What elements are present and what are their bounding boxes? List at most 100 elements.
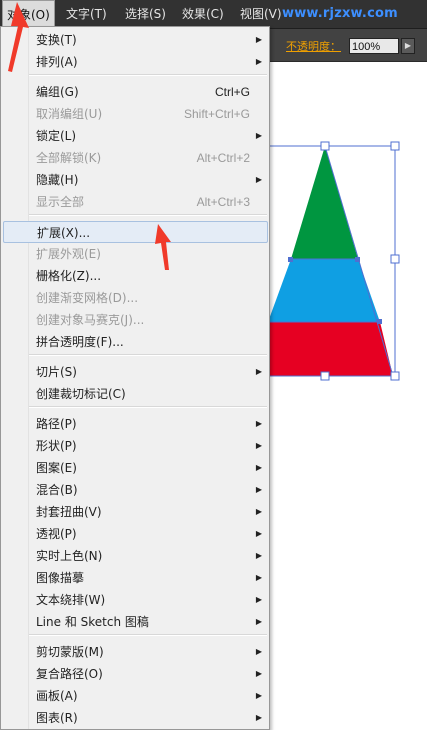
submenu-arrow-icon: ▶ xyxy=(255,647,262,656)
menu-item-label: 画板(A) xyxy=(36,689,78,703)
menu-item-label: 创建渐变网格(D)... xyxy=(36,291,139,305)
menu-item[interactable]: 创建裁切标记(C) xyxy=(3,383,268,405)
menu-item-label: 扩展(X)... xyxy=(37,226,91,240)
menu-item[interactable]: 取消编组(U) Shift+Ctrl+G xyxy=(3,103,268,125)
menu-item-label: 透视(P) xyxy=(36,527,77,541)
menu-separator xyxy=(29,214,267,216)
menu-item-shortcut: Shift+Ctrl+G xyxy=(183,107,250,121)
submenu-arrow-icon: ▶ xyxy=(255,669,262,678)
menu-item[interactable]: 形状(P) ▶ xyxy=(3,435,268,457)
menu-item-label: 扩展外观(E) xyxy=(36,247,101,261)
menu-item-label: Line 和 Sketch 图稿 xyxy=(36,615,149,629)
menu-item-label: 混合(B) xyxy=(36,483,78,497)
menu-item-label: 封套扭曲(V) xyxy=(36,505,102,519)
menu-item-label: 图表(R) xyxy=(36,711,78,725)
menu-item[interactable]: 路径(P) ▶ xyxy=(3,413,268,435)
submenu-arrow-icon: ▶ xyxy=(255,713,262,722)
menu-item[interactable]: 透视(P) ▶ xyxy=(3,523,268,545)
menu-item[interactable]: 排列(A) ▶ xyxy=(3,51,268,73)
menu-item[interactable]: 画板(A) ▶ xyxy=(3,685,268,707)
submenu-arrow-icon: ▶ xyxy=(255,551,262,560)
menu-item[interactable]: 图案(E) ▶ xyxy=(3,457,268,479)
object-dropdown-menu: 变换(T) ▶ 排列(A) ▶ 编组(G) Ctrl+G 取消编组(U) Shift+Ctrl… xyxy=(0,26,270,730)
menu-item-label: 实时上色(N) xyxy=(36,549,103,563)
menu-item[interactable]: 变换(T) ▶ xyxy=(3,29,268,51)
menu-item-label: 栅格化(Z)... xyxy=(36,269,102,283)
menu-item[interactable]: 混合(B) ▶ xyxy=(3,479,268,501)
menu-item[interactable]: 锁定(L) ▶ xyxy=(3,125,268,147)
submenu-arrow-icon: ▶ xyxy=(255,131,262,140)
menu-item-label: 路径(P) xyxy=(36,417,77,431)
menu-select[interactable]: 选择(S) xyxy=(121,0,170,28)
menu-item[interactable]: 创建渐变网格(D)... xyxy=(3,287,268,309)
submenu-arrow-icon: ▶ xyxy=(255,419,262,428)
submenu-arrow-icon: ▶ xyxy=(255,507,262,516)
menu-item-label: 编组(G) xyxy=(36,85,79,99)
menu-item-shortcut: Ctrl+G xyxy=(214,85,250,99)
menu-item[interactable]: 扩展(X)... xyxy=(3,221,268,243)
submenu-arrow-icon: ▶ xyxy=(255,35,262,44)
opacity-dropdown-arrow[interactable]: ▶ xyxy=(401,38,415,54)
watermark: www.rjzxw.com xyxy=(282,6,398,21)
menu-item[interactable]: 复合路径(O) ▶ xyxy=(3,663,268,685)
menu-item-shortcut: Alt+Ctrl+2 xyxy=(196,151,250,165)
menu-item-label: 形状(P) xyxy=(36,439,77,453)
submenu-arrow-icon: ▶ xyxy=(255,485,262,494)
menu-item[interactable]: 图表(R) ▶ xyxy=(3,707,268,729)
menu-item[interactable]: 文本绕排(W) ▶ xyxy=(3,589,268,611)
menu-item-label: 复合路径(O) xyxy=(36,667,103,681)
menu-item[interactable]: 图像描摹 ▶ xyxy=(3,567,268,589)
menu-item-label: 文本绕排(W) xyxy=(36,593,106,607)
submenu-arrow-icon: ▶ xyxy=(255,367,262,376)
menu-item-label: 创建对象马赛克(J)... xyxy=(36,313,145,327)
submenu-arrow-icon: ▶ xyxy=(255,175,262,184)
menu-item-label: 显示全部 xyxy=(36,195,85,209)
menu-item[interactable]: 剪切蒙版(M) ▶ xyxy=(3,641,268,663)
artboard[interactable] xyxy=(270,62,427,730)
menu-item-label: 排列(A) xyxy=(36,55,78,69)
annotation-arrow-top xyxy=(8,2,29,72)
menu-item-shortcut: Alt+Ctrl+3 xyxy=(196,195,250,209)
menu-item[interactable]: 隐藏(H) ▶ xyxy=(3,169,268,191)
submenu-arrow-icon: ▶ xyxy=(255,595,262,604)
menu-separator xyxy=(29,634,267,636)
submenu-arrow-icon: ▶ xyxy=(255,441,262,450)
menubar: 对象(O) 文字(T) 选择(S) 效果(C) 视图(V) www.rjzxw.… xyxy=(0,0,427,29)
menu-item-label: 图案(E) xyxy=(36,461,77,475)
menu-view[interactable]: 视图(V) xyxy=(236,0,286,28)
menu-item[interactable]: 切片(S) ▶ xyxy=(3,361,268,383)
menu-item[interactable]: 编组(G) Ctrl+G xyxy=(3,81,268,103)
menu-effect[interactable]: 效果(C) xyxy=(178,0,228,28)
menu-item[interactable]: 封套扭曲(V) ▶ xyxy=(3,501,268,523)
menu-item[interactable]: 全部解锁(K) Alt+Ctrl+2 xyxy=(3,147,268,169)
menu-item-label: 创建裁切标记(C) xyxy=(36,387,126,401)
menu-separator xyxy=(29,406,267,408)
opacity-label[interactable]: 不透明度： xyxy=(286,38,341,54)
annotation-arrow-expand xyxy=(155,224,171,270)
menu-item[interactable]: 创建对象马赛克(J)... xyxy=(3,309,268,331)
menu-item-label: 图像描摹 xyxy=(36,571,85,585)
menu-item[interactable]: 拼合透明度(F)... xyxy=(3,331,268,353)
menu-item-label: 隐藏(H) xyxy=(36,173,79,187)
menu-item-label: 全部解锁(K) xyxy=(36,151,102,165)
submenu-arrow-icon: ▶ xyxy=(255,529,262,538)
menu-item-label: 切片(S) xyxy=(36,365,77,379)
menu-item[interactable]: 栅格化(Z)... xyxy=(3,265,268,287)
submenu-arrow-icon: ▶ xyxy=(255,617,262,626)
menu-item-label: 锁定(L) xyxy=(36,129,77,143)
menu-item[interactable]: 扩展外观(E) xyxy=(3,243,268,265)
submenu-arrow-icon: ▶ xyxy=(255,57,262,66)
menu-item[interactable]: 显示全部 Alt+Ctrl+3 xyxy=(3,191,268,213)
menu-item-label: 拼合透明度(F)... xyxy=(36,335,124,349)
submenu-arrow-icon: ▶ xyxy=(255,573,262,582)
menu-item-label: 剪切蒙版(M) xyxy=(36,645,104,659)
opacity-input[interactable]: 100% xyxy=(349,38,399,54)
menu-item[interactable]: Line 和 Sketch 图稿 ▶ xyxy=(3,611,268,633)
menu-separator xyxy=(29,354,267,356)
submenu-arrow-icon: ▶ xyxy=(255,691,262,700)
menu-type[interactable]: 文字(T) xyxy=(62,0,111,28)
menu-item-label: 变换(T) xyxy=(36,33,77,47)
submenu-arrow-icon: ▶ xyxy=(255,463,262,472)
menu-item[interactable]: 实时上色(N) ▶ xyxy=(3,545,268,567)
menu-item-label: 取消编组(U) xyxy=(36,107,103,121)
